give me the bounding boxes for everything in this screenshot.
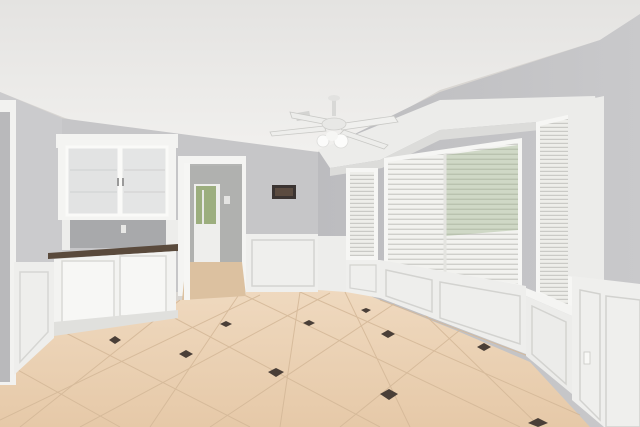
- lower-cabinet-door-left: [61, 260, 115, 324]
- wall-outlet: [121, 225, 126, 233]
- right-column: [568, 96, 604, 282]
- glass-cabinet-door-right: [119, 145, 169, 217]
- glass-cabinet-door-left: [65, 145, 121, 217]
- bay-window-left: [346, 168, 378, 260]
- built-in-hutch: [48, 134, 178, 336]
- room-illustration: [0, 0, 640, 427]
- wall-outlet-right: [583, 351, 591, 365]
- room-photo: [0, 0, 640, 427]
- back-wainscot: [246, 234, 318, 292]
- bay-window-right: [536, 114, 572, 312]
- lower-cabinet-door-right: [119, 255, 167, 317]
- hallway-doorway: [178, 156, 246, 300]
